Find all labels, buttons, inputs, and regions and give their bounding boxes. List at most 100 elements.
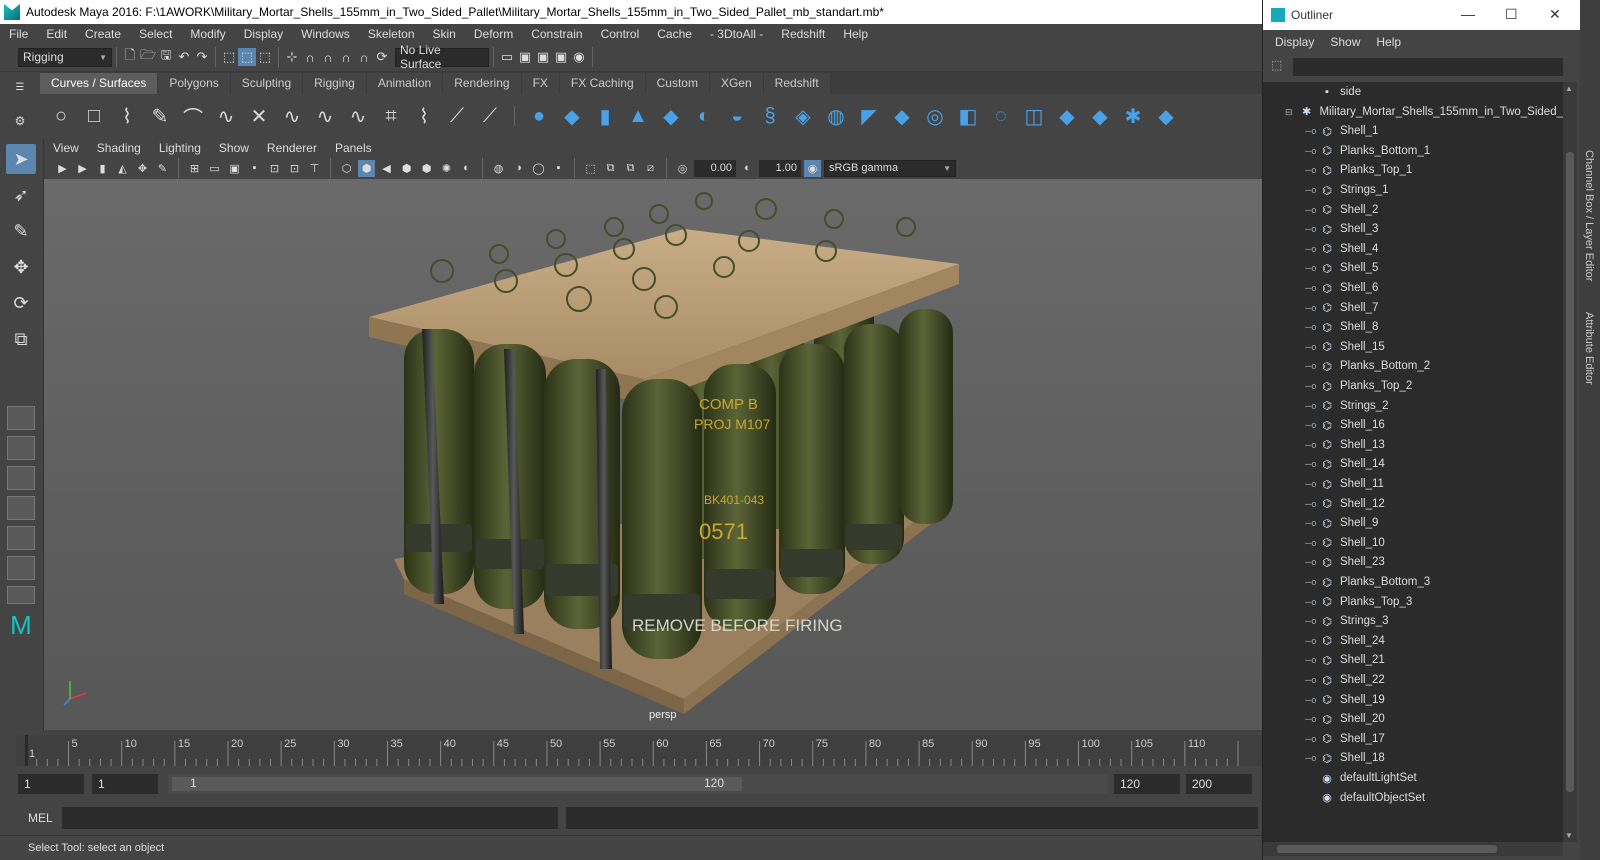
menu-icon[interactable]: ☰	[11, 78, 29, 96]
bevel-plus-icon[interactable]: ◆	[889, 103, 915, 129]
outliner-item[interactable]: ─o ⌬ Shell_20	[1263, 709, 1563, 729]
xray-icon[interactable]: ⧉	[602, 160, 619, 177]
rebuild-curve-icon[interactable]: ⌇	[411, 103, 437, 129]
open-scene-icon[interactable]: 🗁	[139, 47, 157, 66]
outliner-item[interactable]: ─o ⌬ Shell_9	[1263, 513, 1563, 533]
camera-attributes-icon[interactable]: ▶	[74, 160, 91, 177]
menu-display[interactable]: Display	[235, 27, 292, 41]
render-settings-icon[interactable]: ▭	[498, 48, 516, 66]
four-layout-icon[interactable]	[7, 436, 35, 460]
project-curve-icon[interactable]: ◎	[922, 103, 948, 129]
select-component-icon[interactable]: ⬚	[256, 48, 274, 66]
snap-live-icon[interactable]: ⟳	[373, 48, 391, 66]
side-layout-icon[interactable]	[7, 466, 35, 490]
extrude-icon[interactable]: ◍	[823, 103, 849, 129]
time-slider[interactable]: 5 10 15 20 25 30 35 40 45 50 55 60 65 70 75 80 85 90 95 100…	[16, 735, 1262, 766]
hypershade-icon[interactable]: ◉	[570, 48, 588, 66]
outliner-item[interactable]: ─o ⌬ Planks_Top_2	[1263, 376, 1563, 396]
safe-action-icon[interactable]: ⊡	[286, 160, 303, 177]
outliner-layout-icon[interactable]	[7, 496, 35, 520]
ep-curve-icon[interactable]: ⌒	[180, 103, 206, 130]
nurbs-plane-icon[interactable]: ◆	[658, 103, 684, 129]
outliner-item[interactable]: ─o ⌬ Shell_4	[1263, 239, 1563, 259]
snap-surface-icon[interactable]: ∩	[355, 48, 373, 66]
shelf-tab-animation[interactable]: Animation	[366, 73, 444, 94]
intersect-icon[interactable]: ◧	[955, 103, 981, 129]
outliner-item[interactable]: ─o ⌬ Planks_Top_3	[1263, 592, 1563, 612]
range-slider-handle[interactable]	[172, 777, 742, 791]
viewport-menu-renderer[interactable]: Renderer	[258, 141, 326, 155]
outliner-item-root[interactable]: ⊟ ✱ Military_Mortar_Shells_155mm_in_Two_Si…	[1263, 102, 1563, 122]
outliner-item[interactable]: ─o ⌬ Strings_3	[1263, 611, 1563, 631]
menu-cache[interactable]: Cache	[648, 27, 701, 41]
outliner-scrollbar[interactable]: ▲ ▼	[1563, 82, 1577, 842]
redo-icon[interactable]: ↷	[193, 48, 211, 66]
insert-knot-icon[interactable]: ∿	[312, 103, 338, 129]
extend-curve-icon[interactable]: ∿	[345, 103, 371, 129]
outliner-item[interactable]: ─o ⌬ Planks_Top_1	[1263, 160, 1563, 180]
scroll-up-icon[interactable]: ▲	[1565, 84, 1573, 93]
playback-end-field[interactable]: 120	[1114, 774, 1180, 794]
menu-edit[interactable]: Edit	[37, 27, 76, 41]
gear-icon[interactable]: ⚙	[11, 112, 29, 130]
ambient-occlusion-icon[interactable]: ◍	[490, 160, 507, 177]
nurbs-cylinder-icon[interactable]: ▮	[592, 103, 618, 129]
tab-attribute-editor[interactable]: Attribute Editor	[1583, 312, 1595, 385]
textured-icon[interactable]: ⬢	[418, 160, 435, 177]
outliner-item[interactable]: ─o ⌬ Shell_15	[1263, 337, 1563, 357]
outliner-item-set[interactable]: ◉ defaultObjectSet	[1263, 788, 1563, 808]
outliner-menu-display[interactable]: Display	[1267, 35, 1322, 49]
save-scene-icon[interactable]: 🖫	[157, 47, 175, 66]
curve-editing-icon[interactable]: ⟋	[477, 103, 503, 129]
playback-start-field[interactable]: 1	[92, 774, 158, 794]
untrim-icon[interactable]: ◫	[1021, 103, 1047, 129]
select-tool-icon[interactable]: ➤	[6, 144, 36, 174]
outliner-item[interactable]: ─o ⌬ Shell_11	[1263, 474, 1563, 494]
outliner-item[interactable]: ─o ⌬ Shell_16	[1263, 415, 1563, 435]
attach-surfaces-icon[interactable]: ◆	[1054, 103, 1080, 129]
outliner-item[interactable]: ─o ⌬ Shell_8	[1263, 317, 1563, 337]
isolate-select-icon[interactable]: ⬚	[582, 160, 599, 177]
shelf-tab-rigging[interactable]: Rigging	[303, 73, 367, 94]
color-management-icon[interactable]: ◉	[804, 159, 821, 177]
outliner-item[interactable]: ─o ⌬ Strings_2	[1263, 396, 1563, 416]
lasso-tool-icon[interactable]: ➶	[6, 180, 36, 210]
viewport-menu-panels[interactable]: Panels	[326, 141, 381, 155]
menu-create[interactable]: Create	[76, 27, 130, 41]
live-surface-field[interactable]: No Live Surface	[395, 43, 489, 71]
pencil-curve-icon[interactable]: ✎	[147, 103, 173, 129]
outliner-item[interactable]: ─o ⌬ Shell_14	[1263, 454, 1563, 474]
nurbs-cube-icon[interactable]: ◆	[559, 103, 585, 129]
single-layout-icon[interactable]	[7, 406, 35, 430]
viewport-menu-lighting[interactable]: Lighting	[150, 141, 210, 155]
attach-curves-icon[interactable]: ✕	[246, 103, 272, 129]
menu-3dtoall[interactable]: - 3DtoAll -	[701, 27, 772, 41]
viewport-persp[interactable]: COMP B PROJ M107 BK401-043 0571 REMOVE B…	[44, 179, 1262, 730]
menu-modify[interactable]: Modify	[181, 27, 234, 41]
revolve-icon[interactable]: ◒	[724, 103, 750, 129]
outliner-item[interactable]: ─o ⌬ Planks_Bottom_2	[1263, 356, 1563, 376]
range-slider[interactable]: 1 120	[168, 774, 1108, 794]
undo-icon[interactable]: ↶	[175, 48, 193, 66]
hscrollbar-thumb[interactable]	[1277, 845, 1497, 853]
outliner-item[interactable]: ─o ⌬ Shell_19	[1263, 690, 1563, 710]
2d-pan-zoom-icon[interactable]: ✥	[134, 160, 151, 177]
color-space-dropdown[interactable]: sRGB gamma ▼	[824, 159, 956, 177]
shelf-tab-custom[interactable]: Custom	[645, 73, 710, 94]
resolution-gate-icon[interactable]: ▣	[226, 160, 243, 177]
filter-icon[interactable]: ⬚	[1271, 58, 1282, 72]
detach-surfaces-icon[interactable]: ◆	[1087, 103, 1113, 129]
shelf-tab-rendering[interactable]: Rendering	[443, 73, 522, 94]
nurbs-square-icon[interactable]: □	[81, 103, 107, 129]
move-tool-icon[interactable]: ✥	[6, 252, 36, 282]
outliner-item[interactable]: ─o ⌬ Planks_Bottom_3	[1263, 572, 1563, 592]
outliner-item[interactable]: ─o ⌬ Shell_6	[1263, 278, 1563, 298]
menu-select[interactable]: Select	[130, 27, 181, 41]
scale-tool-icon[interactable]: ⧉	[6, 324, 36, 354]
motion-blur-icon[interactable]: ◑	[510, 160, 527, 177]
viewport-menu-show[interactable]: Show	[210, 141, 258, 155]
viewport-menu-view[interactable]: View	[44, 141, 88, 155]
exposure-icon[interactable]: ◎	[674, 160, 691, 177]
start-time-field[interactable]: 1	[18, 774, 84, 794]
outliner-item[interactable]: ─o ⌬ Shell_13	[1263, 435, 1563, 455]
